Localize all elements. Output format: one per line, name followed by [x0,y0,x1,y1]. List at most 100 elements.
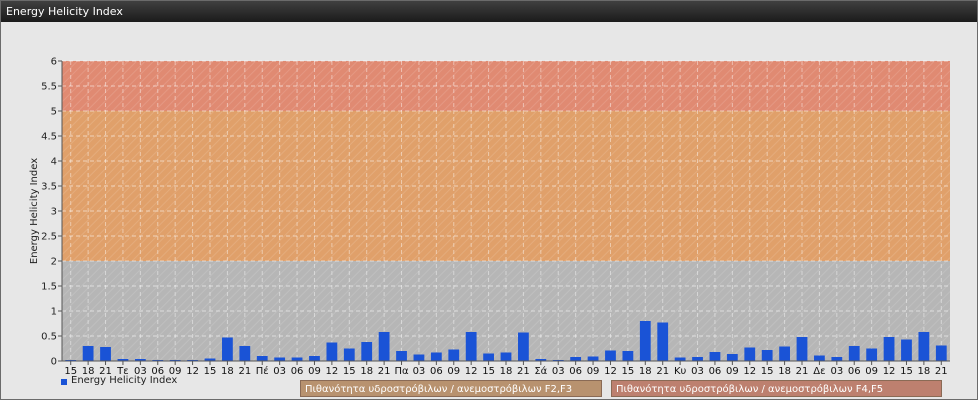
bar-24[interactable] [483,353,494,362]
bar-36[interactable] [692,357,703,361]
x-tick-label: 06 [709,366,722,377]
bar-34[interactable] [657,322,669,362]
bar-21[interactable] [430,352,442,362]
bar-17[interactable] [361,342,373,361]
bar-20[interactable] [413,354,425,362]
x-tick-label: 09 [865,366,878,377]
x-tick-label: 15 [761,366,774,377]
x-tick-label: 09 [726,366,739,377]
bar-1[interactable] [82,346,94,361]
y-tick-label: 3.5 [41,182,57,193]
bar-33[interactable] [639,321,651,361]
x-tick-label: 12 [743,366,756,377]
x-tick-label: Κυ [674,366,687,377]
x-tick-label: 09 [447,366,460,377]
x-tick-label: 18 [639,366,652,377]
chart-window: Energy Helicity Index 0 0.5 1 1.5 2 2.5 3 3.5 4 4… [0,0,978,400]
bar-50[interactable] [935,345,947,362]
x-tick-label: 15 [482,366,495,377]
bar-38[interactable] [726,354,738,361]
x-tick-label: 18 [360,366,373,377]
bar-44[interactable] [831,357,843,361]
x-tick-label: 21 [517,366,530,377]
bar-47[interactable] [883,337,895,361]
bar-32[interactable] [622,351,634,361]
y-tick-label: 0 [51,357,57,368]
x-tick-label: 06 [430,366,443,377]
x-tick-label: 06 [848,366,861,377]
band-f4f5-label[interactable]: Πιθανότητα υδροστρόβιλων / ανεμοστρόβιλω… [611,380,942,397]
bar-31[interactable] [605,350,616,362]
x-tick-label: 15 [343,366,356,377]
x-tick-label: 09 [587,366,600,377]
bar-19[interactable] [396,351,407,361]
x-tick-label: 15 [900,366,913,377]
y-tick-label: 0.5 [41,332,57,343]
bar-43[interactable] [814,355,825,362]
bar-37[interactable] [709,352,721,361]
bar-11[interactable] [256,356,268,361]
bar-35[interactable] [674,357,686,362]
bar-39[interactable] [744,347,756,362]
y-tick-label: 1.5 [41,282,57,293]
x-tick-label: Πα [394,366,409,377]
bar-9[interactable] [222,337,233,362]
bar-40[interactable] [761,350,773,361]
bar-10[interactable] [239,346,251,361]
y-tick-label: 5 [51,107,57,118]
x-tick-label: 18 [221,366,234,377]
y-tick-label: 1 [51,307,57,318]
x-tick-label: 21 [656,366,669,377]
bar-41[interactable] [779,346,790,362]
x-tick-label: 21 [796,366,809,377]
bar-13[interactable] [291,357,303,362]
y-axis-label: Energy Helicity Index [29,158,40,264]
y-tick-label: 3 [51,207,57,218]
x-tick-label: 12 [186,366,199,377]
bar-29[interactable] [570,357,582,361]
x-tick-label: 15 [204,366,217,377]
x-tick-label: 03 [552,366,565,377]
x-tick-label: 12 [465,366,478,377]
x-tick-label: 03 [830,366,843,377]
bar-46[interactable] [866,348,878,362]
y-tick-label: 6 [51,57,57,68]
bar-30[interactable] [587,356,599,362]
bar-45[interactable] [848,346,860,361]
bar-42[interactable] [796,337,808,361]
x-tick-label: Πέ [256,365,269,377]
x-tick-label: 21 [935,366,948,377]
bar-26[interactable] [518,332,529,362]
x-tick-label: 06 [569,366,582,377]
x-tick-label: 03 [413,366,426,377]
y-tick-label: 4 [51,157,57,168]
x-tick-label: 12 [604,366,617,377]
bar-18[interactable] [378,332,390,361]
bar-2[interactable] [100,347,111,361]
bar-48[interactable] [901,339,912,362]
band-f2f3-label[interactable]: Πιθανότητα υδροστρόβιλων / ανεμοστρόβιλω… [300,380,602,397]
legend-swatch [61,379,67,385]
y-tick-label: 2 [51,257,57,268]
bar-12[interactable] [274,357,286,362]
x-tick-label: 18 [778,366,791,377]
bar-22[interactable] [448,349,460,362]
legend-label[interactable]: Energy Helicity Index [71,375,177,386]
bar-49[interactable] [918,332,930,361]
bar-23[interactable] [465,332,477,361]
x-tick-label: 21 [378,366,391,377]
y-tick-label: 2.5 [41,232,57,243]
x-tick-label: 18 [500,366,513,377]
x-tick-label: 21 [238,366,251,377]
bar-25[interactable] [500,352,512,362]
x-tick-label: 12 [883,366,896,377]
y-tick-label: 5.5 [41,82,57,93]
bar-16[interactable] [343,348,355,362]
y-tick-label: 4.5 [41,132,57,143]
x-tick-label: 09 [308,366,321,377]
x-tick-label: 15 [622,366,635,377]
x-tick-label: 12 [326,366,339,377]
x-tick-label: 06 [291,366,304,377]
bar-15[interactable] [326,342,338,362]
bar-14[interactable] [309,356,320,361]
